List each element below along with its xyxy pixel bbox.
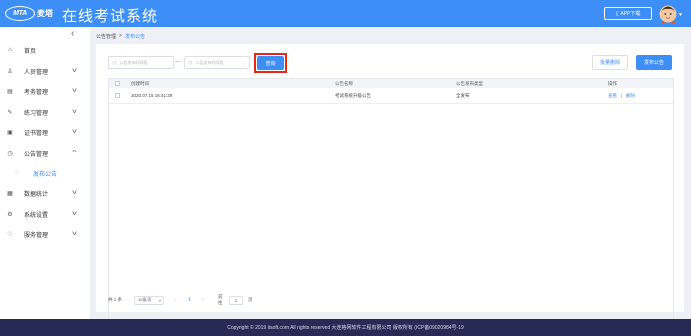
column-header: 创建时间 (131, 80, 149, 86)
app-download-label: APP下载 (620, 11, 641, 17)
goto-label: 前往 (218, 294, 223, 305)
row-created-time: 2020.07.15 16:41:29 (131, 93, 173, 98)
row-notice-name: 考试系统升级公告 (335, 92, 371, 98)
start-date-input[interactable]: ◷ 公告发布时间段 (108, 56, 174, 69)
logo-badge: MTA (5, 6, 35, 21)
chevron-down-icon: v (72, 88, 77, 94)
date-range-separator: — (175, 59, 181, 65)
query-button[interactable]: 查询 (257, 56, 284, 70)
sidebar-item-label: 考务管理 (24, 89, 49, 96)
stats-icon: ▦ (7, 190, 13, 197)
publish-icon: ◌ (15, 170, 19, 176)
chevron-down-icon[interactable]: ▼ (678, 12, 683, 18)
batch-delete-button[interactable]: 批量删除 (592, 55, 628, 70)
row-checkbox[interactable] (115, 93, 120, 98)
sidebar-item-label: 发布公告 (33, 171, 58, 178)
column-header: 操作 (608, 80, 617, 86)
breadcrumb-current: 发布公告 (124, 34, 145, 40)
page-number[interactable]: 1 (188, 297, 191, 303)
user-icon: ♙ (7, 68, 13, 75)
calendar-icon: ◷ (112, 59, 117, 66)
next-page-button[interactable]: › (202, 297, 204, 303)
collapse-sidebar-icon[interactable]: ‹ (71, 28, 74, 39)
home-icon: ⌂ (8, 47, 12, 53)
sidebar-item-users[interactable]: ♙ 人员管理 v (0, 64, 90, 78)
chevron-down-icon: v (72, 211, 77, 217)
table-header: 创建时间 公告名称 公告发布类型 操作 (109, 79, 673, 88)
select-all-checkbox[interactable] (115, 81, 120, 86)
edit-icon: ✎ (7, 109, 13, 116)
chevron-down-icon: v (72, 190, 77, 196)
sidebar-item-stats[interactable]: ▦ 数据统计 v (0, 186, 90, 200)
sidebar-item-home[interactable]: ⌂ 首页 (0, 43, 90, 57)
action-separator: | (621, 93, 623, 98)
main-panel: ◷ 公告发布时间段 — ◷ 公告发布时间段 查询 批量删除 发布公告 创建时间 … (96, 44, 684, 326)
certificate-icon: ▣ (7, 129, 13, 136)
chevron-down-icon: v (72, 231, 77, 237)
notice-icon: ◷ (7, 150, 13, 157)
table-row: 2020.07.15 16:41:29 考试系统升级公告 全发布 查看 | 删除 (109, 88, 673, 104)
sidebar-item-publish-notice[interactable]: ◌ 发布公告 (0, 166, 90, 180)
settings-icon: ⚙ (7, 211, 13, 218)
chevron-down-icon: v (72, 109, 77, 115)
top-header: MTA 麦塔 在线考试系统 ▯ APP下载 ▼ (0, 0, 691, 27)
breadcrumb-parent[interactable]: 公告管理 (96, 33, 116, 40)
sidebar-item-exam[interactable]: ▤ 考务管理 v (0, 84, 90, 98)
sidebar: ‹ ⌂ 首页 ♙ 人员管理 v ▤ 考务管理 v ✎ 练习管理 v ▣ 证书管理… (0, 27, 90, 319)
app-title: 在线考试系统 (62, 7, 159, 25)
sidebar-item-label: 服务管理 (24, 232, 49, 239)
sidebar-item-label: 系统设置 (24, 212, 49, 219)
sidebar-item-certificate[interactable]: ▣ 证书管理 v (0, 125, 90, 139)
chevron-down-icon: ▾ (158, 297, 161, 303)
app-download-button[interactable]: ▯ APP下载 (604, 7, 652, 20)
breadcrumb-separator: > (119, 33, 122, 39)
sidebar-item-settings[interactable]: ⚙ 系统设置 v (0, 207, 90, 221)
exam-icon: ▤ (7, 88, 13, 95)
sidebar-item-label: 人员管理 (24, 69, 49, 76)
start-date-placeholder: 公告发布时间段 (119, 59, 148, 65)
end-date-placeholder: 公告发布时间段 (195, 59, 224, 65)
logo-text: 麦塔 (37, 9, 53, 18)
sidebar-item-notice[interactable]: ◷ 公告管理 ^ (0, 146, 90, 160)
sidebar-item-label: 证书管理 (24, 130, 49, 137)
sidebar-item-label: 练习管理 (24, 110, 49, 117)
sidebar-item-label: 公告管理 (24, 151, 49, 158)
page-size-select[interactable]: 10条/页 ▾ (134, 295, 164, 305)
chevron-down-icon: v (72, 68, 77, 74)
goto-page-input[interactable]: 1 (229, 295, 243, 305)
chevron-up-icon: ^ (72, 150, 77, 156)
sidebar-item-label: 数据统计 (24, 191, 49, 198)
phone-icon: ▯ (615, 10, 619, 17)
end-date-input[interactable]: ◷ 公告发布时间段 (184, 56, 250, 69)
pagination: 共 1 条 10条/页 ▾ ‹ 1 › 前往 1 页 (108, 294, 253, 305)
copyright-text: Copyright © 2019 itsoft.com All rights r… (227, 325, 464, 331)
page-size-value: 10条/页 (138, 297, 152, 302)
page-suffix: 页 (248, 297, 253, 302)
delete-link[interactable]: 删除 (626, 88, 635, 103)
footer: Copyright © 2019 itsoft.com All rights r… (0, 319, 691, 336)
sidebar-item-service[interactable]: ♡ 服务管理 v (0, 227, 90, 241)
publish-notice-button[interactable]: 发布公告 (636, 55, 672, 70)
chevron-down-icon: v (72, 129, 77, 135)
service-icon: ♡ (7, 231, 13, 238)
user-avatar-icon[interactable] (659, 4, 677, 23)
logo[interactable]: MTA 麦塔 (5, 5, 53, 22)
sidebar-item-label: 首页 (24, 48, 37, 55)
calendar-icon: ◷ (188, 59, 193, 66)
column-header: 公告发布类型 (456, 80, 483, 86)
total-count: 共 1 条 (108, 297, 123, 302)
view-link[interactable]: 查看 (608, 88, 617, 103)
column-header: 公告名称 (335, 80, 353, 86)
prev-page-button[interactable]: ‹ (174, 297, 176, 303)
notice-table: 创建时间 公告名称 公告发布类型 操作 2020.07.15 16:41:29 … (108, 78, 674, 326)
breadcrumb: 公告管理 > 发布公告 (96, 33, 145, 40)
row-publish-type: 全发布 (456, 92, 470, 98)
sidebar-item-practice[interactable]: ✎ 练习管理 v (0, 105, 90, 119)
